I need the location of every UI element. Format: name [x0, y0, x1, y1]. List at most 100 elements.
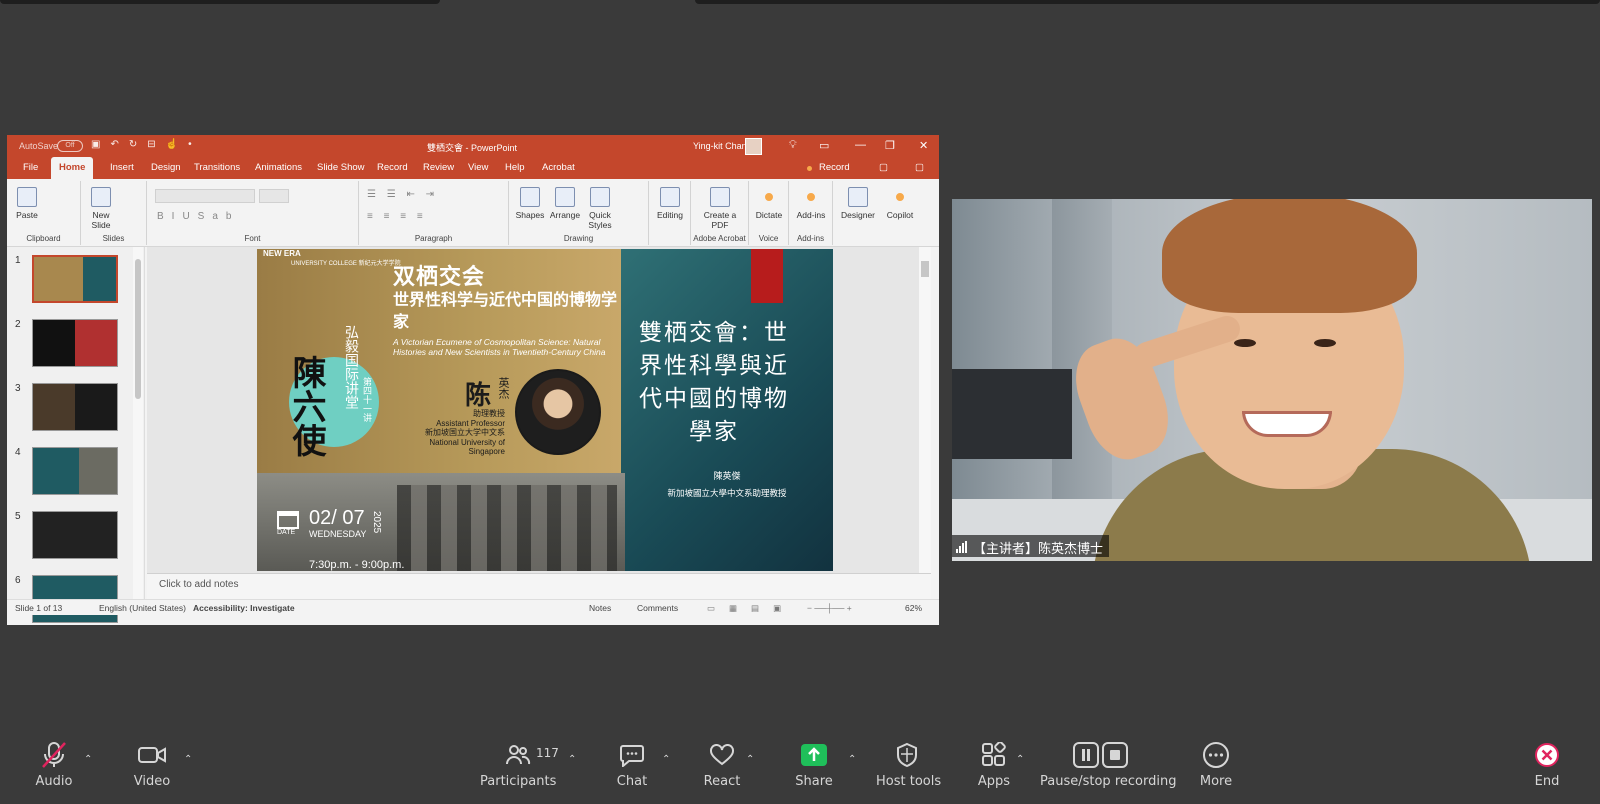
share-ppt-icon[interactable]: ▢ — [915, 157, 924, 179]
speaker-affiliation: 助理教授 Assistant Professor 新加坡国立大学中文系 Nati… — [425, 409, 505, 456]
font-size-select[interactable] — [259, 189, 289, 203]
tab-file[interactable]: File — [15, 157, 46, 179]
tab-slide-show[interactable]: Slide Show — [309, 157, 373, 179]
group-label-slides: Slides — [102, 234, 125, 243]
tab-design[interactable]: Design — [143, 157, 189, 179]
share-button[interactable]: Share — [794, 740, 834, 789]
autosave-toggle[interactable]: Off — [57, 140, 83, 152]
align-icons[interactable]: ≡ ≡ ≡ ≡ — [367, 211, 427, 222]
tab-insert[interactable]: Insert — [102, 157, 142, 179]
participants-options-chevron-icon[interactable]: ⌃ — [568, 754, 576, 765]
designer-button[interactable]: Designer — [837, 183, 879, 220]
save-icon[interactable]: ▣ — [91, 139, 100, 150]
view-buttons[interactable]: ▭▦▤▣ — [707, 603, 795, 614]
comments-toggle[interactable]: Comments — [637, 603, 678, 613]
new-slide-button[interactable]: New Slide — [85, 183, 117, 230]
close-icon[interactable]: ✕ — [919, 139, 928, 152]
share-options-chevron-icon[interactable]: ⌃ — [848, 754, 856, 765]
notes-pane[interactable]: Click to add notes — [147, 573, 931, 599]
tab-review[interactable]: Review — [415, 157, 462, 179]
event-date: 02/ 07 — [309, 507, 365, 529]
group-label-font: Font — [244, 234, 261, 243]
pause-stop-recording-button[interactable]: Pause/stop recording — [1040, 740, 1176, 789]
tab-help[interactable]: Help — [497, 157, 533, 179]
slide-thumbnail[interactable]: 2 — [7, 319, 137, 375]
editing-button[interactable]: Editing — [651, 183, 689, 220]
present-icon[interactable]: ⊟ — [147, 139, 155, 150]
audio-button[interactable]: Audio — [34, 740, 74, 789]
paste-button[interactable]: Paste — [13, 183, 41, 220]
apps-options-chevron-icon[interactable]: ⌃ — [1016, 754, 1024, 765]
group-paragraph: ☰ ☰ ⇤ ⇥ ≡ ≡ ≡ ≡ Paragraph — [359, 181, 509, 245]
more-button[interactable]: More — [1196, 740, 1236, 789]
accessibility-status[interactable]: Accessibility: Investigate — [193, 603, 295, 613]
minimize-icon[interactable]: — — [855, 139, 866, 151]
chat-button[interactable]: Chat — [612, 740, 652, 789]
font-format-icons[interactable]: BIUSab — [157, 211, 239, 222]
tab-record[interactable]: Record — [369, 157, 416, 179]
react-button[interactable]: React — [700, 740, 744, 789]
video-button[interactable]: Video — [130, 740, 174, 789]
zoom-slider[interactable]: − ──┼── + — [807, 603, 852, 613]
date-label: DATE — [277, 529, 296, 536]
user-avatar[interactable] — [745, 138, 762, 155]
restore-icon[interactable]: ❐ — [885, 139, 895, 152]
tab-animations[interactable]: Animations — [247, 157, 310, 179]
slide-scrollbar[interactable] — [919, 247, 931, 573]
quick-styles-button[interactable]: Quick Styles — [583, 183, 617, 230]
language[interactable]: English (United States) — [99, 603, 186, 613]
zoom-level[interactable]: 62% — [905, 603, 922, 613]
touch-mode-icon[interactable]: ☝ — [166, 139, 178, 150]
notes-toggle[interactable]: Notes — [589, 603, 611, 613]
group-editing: Editing — [649, 181, 691, 245]
undo-icon[interactable]: ↶ — [110, 139, 118, 150]
slide[interactable]: NEW ERA UNIVERSITY COLLEGE 新纪元大学学院 双栖交会 … — [257, 249, 833, 571]
audio-options-chevron-icon[interactable]: ⌃ — [84, 754, 92, 765]
tab-view[interactable]: View — [460, 157, 496, 179]
group-label-drawing: Drawing — [563, 234, 594, 243]
tab-acrobat[interactable]: Acrobat — [534, 157, 583, 179]
group-label-adobe: Adobe Acrobat — [693, 234, 746, 243]
addins-button[interactable]: Add-ins — [791, 183, 831, 220]
slide-canvas[interactable]: NEW ERA UNIVERSITY COLLEGE 新纪元大学学院 双栖交会 … — [147, 247, 919, 573]
chat-options-chevron-icon[interactable]: ⌃ — [662, 754, 670, 765]
arrange-button[interactable]: Arrange — [547, 183, 583, 220]
ribbon-display-icon[interactable]: ▭ — [819, 139, 829, 152]
video-camera-icon — [130, 740, 174, 770]
host-tools-button[interactable]: Host tools — [876, 740, 941, 789]
customize-icon[interactable]: • — [188, 139, 192, 150]
slide-thumbnails-panel: 1 2 3 4 5 6 — [7, 247, 145, 623]
slide-thumbnail[interactable]: 1 — [7, 255, 137, 311]
slide-thumbnail[interactable]: 5 — [7, 511, 137, 567]
participant-video[interactable]: 【主讲者】陈英杰博士 — [952, 199, 1592, 561]
group-label-paragraph: Paragraph — [414, 234, 453, 243]
tab-transitions[interactable]: Transitions — [186, 157, 248, 179]
apps-button[interactable]: Apps — [974, 740, 1014, 789]
heart-icon — [700, 740, 744, 770]
comments-icon[interactable]: ▢ — [879, 157, 888, 179]
lightbulb-icon[interactable]: 💡︎ — [789, 139, 797, 152]
copilot-button[interactable]: Copilot — [881, 183, 919, 220]
group-drawing: Shapes Arrange Quick Styles Drawing — [509, 181, 649, 245]
redo-icon[interactable]: ↻ — [129, 139, 137, 150]
end-meeting-icon — [1530, 740, 1564, 770]
end-button[interactable]: End — [1530, 740, 1564, 789]
share-screen-icon — [794, 740, 834, 770]
record-button[interactable]: Record — [819, 157, 850, 179]
user-name[interactable]: Ying-kit Chan — [693, 141, 747, 151]
calendar-icon — [277, 511, 299, 529]
list-icons[interactable]: ☰ ☰ ⇤ ⇥ — [367, 189, 438, 200]
font-name-select[interactable] — [155, 189, 255, 203]
react-options-chevron-icon[interactable]: ⌃ — [746, 754, 754, 765]
addins-icon — [807, 193, 815, 201]
signal-strength-icon — [956, 541, 967, 553]
shapes-button[interactable]: Shapes — [513, 183, 547, 220]
thumbnails-scrollbar[interactable] — [133, 247, 143, 599]
create-pdf-button[interactable]: Create a PDF — [695, 183, 745, 230]
quick-styles-icon — [590, 187, 610, 207]
slide-thumbnail[interactable]: 4 — [7, 447, 137, 503]
slide-thumbnail[interactable]: 3 — [7, 383, 137, 439]
video-options-chevron-icon[interactable]: ⌃ — [184, 754, 192, 765]
tab-home[interactable]: Home — [51, 157, 94, 179]
dictate-button[interactable]: Dictate — [751, 183, 787, 220]
